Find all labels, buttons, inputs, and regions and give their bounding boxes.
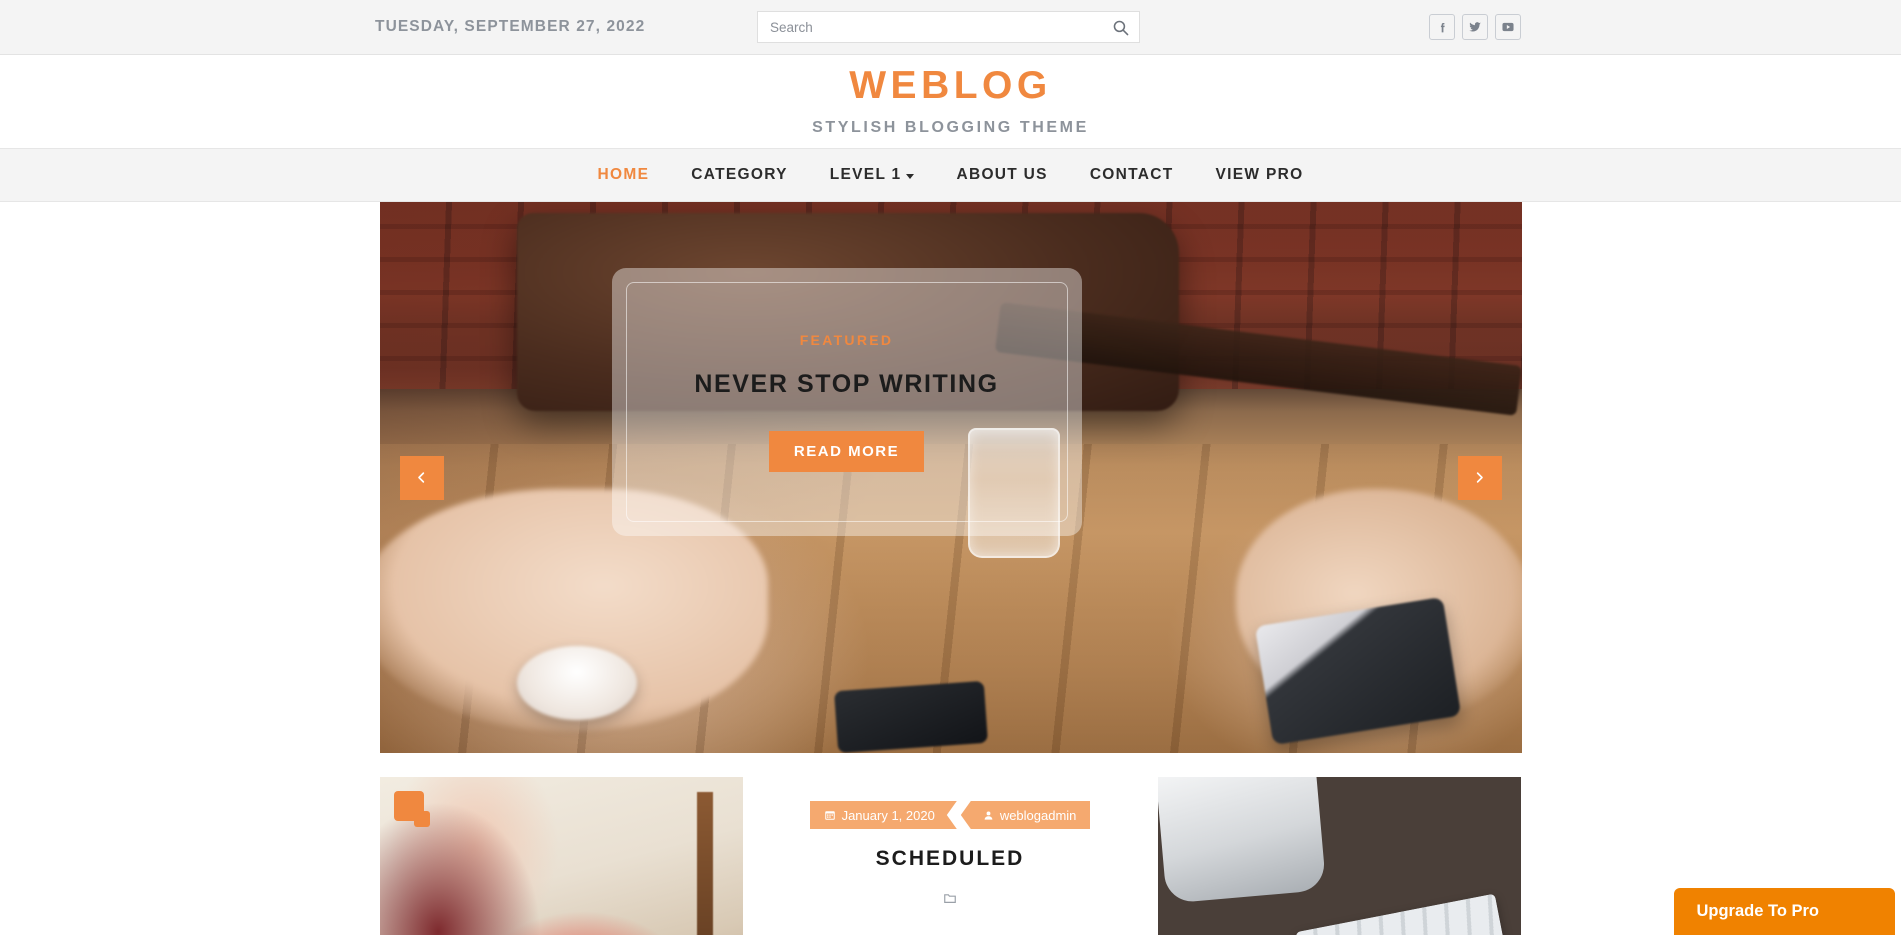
site-branding: WEBLOG STYLISH BLOGGING THEME [0, 55, 1901, 148]
search-input[interactable] [758, 19, 1101, 35]
nav-item-about-us[interactable]: ABOUT US [935, 166, 1068, 184]
nav-label: CATEGORY [691, 166, 788, 183]
current-date: TUESDAY, SEPTEMBER 27, 2022 [375, 18, 646, 35]
post-author-text: weblogadmin [999, 807, 1077, 823]
twitter-icon[interactable] [1462, 14, 1488, 40]
sticky-post-badge-icon [393, 791, 430, 827]
nav-label: LEVEL 1 [829, 166, 902, 183]
post-thumbnail-image [379, 777, 743, 935]
folder-icon [944, 894, 956, 903]
site-title[interactable]: WEBLOG [849, 66, 1051, 105]
social-links [1429, 14, 1521, 40]
post-date-text: January 1, 2020 [841, 807, 935, 823]
nav-item-contact[interactable]: CONTACT [1069, 166, 1195, 184]
user-icon [984, 811, 993, 820]
post-author-badge[interactable]: weblogadmin [960, 801, 1091, 829]
slide-caption-panel: FEATURED NEVER STOP WRITING READ MORE [611, 268, 1082, 536]
chevron-down-icon [906, 174, 915, 179]
slide-eyebrow: FEATURED [799, 332, 894, 348]
post-grid: January 1, 2020 weblogadmin SCHEDULED [379, 777, 1522, 935]
nav-item-level-1[interactable]: LEVEL 1 [809, 166, 936, 184]
nav-item-category[interactable]: CATEGORY [670, 166, 809, 184]
nav-item-home[interactable]: HOME [577, 166, 671, 184]
main-navigation: HOME CATEGORY LEVEL 1 ABOUT US CONTACT V… [0, 148, 1901, 202]
post-content: January 1, 2020 weblogadmin SCHEDULED [768, 777, 1132, 905]
post-thumbnail[interactable] [379, 777, 743, 935]
nav-label: ABOUT US [956, 166, 1048, 183]
slider-next-button[interactable] [1457, 455, 1502, 500]
search-box[interactable] [757, 11, 1140, 43]
search-submit-button[interactable] [1101, 12, 1139, 42]
top-bar: TUESDAY, SEPTEMBER 27, 2022 [0, 0, 1901, 55]
post-card[interactable] [379, 777, 743, 935]
post-card[interactable] [1157, 777, 1521, 935]
post-date-badge[interactable]: January 1, 2020 [810, 801, 957, 829]
nav-item-view-pro[interactable]: VIEW PRO [1195, 166, 1325, 184]
calendar-icon [824, 809, 836, 821]
nav-label: VIEW PRO [1215, 166, 1304, 183]
post-card[interactable]: January 1, 2020 weblogadmin SCHEDULED [768, 777, 1132, 935]
read-more-button[interactable]: READ MORE [768, 431, 925, 472]
search-icon [1113, 20, 1128, 35]
site-tagline: STYLISH BLOGGING THEME [812, 119, 1089, 136]
post-thumbnail[interactable] [1157, 777, 1521, 935]
post-thumbnail-image [1157, 777, 1521, 935]
upgrade-to-pro-button[interactable]: Upgrade To Pro [1674, 888, 1895, 935]
nav-label: CONTACT [1089, 166, 1174, 183]
nav-label: HOME [597, 166, 650, 183]
post-meta: January 1, 2020 weblogadmin [769, 801, 1132, 829]
post-categories [769, 891, 1132, 905]
youtube-icon[interactable] [1495, 14, 1521, 40]
featured-slider: FEATURED NEVER STOP WRITING READ MORE [379, 202, 1522, 753]
post-title[interactable]: SCHEDULED [769, 847, 1132, 871]
facebook-icon[interactable] [1429, 14, 1455, 40]
slide-title[interactable]: NEVER STOP WRITING [694, 370, 998, 399]
twitter-glyph [1469, 22, 1481, 32]
facebook-glyph [1440, 22, 1445, 32]
slider-prev-button[interactable] [399, 455, 444, 500]
page-container: FEATURED NEVER STOP WRITING READ MORE Ja… [379, 202, 1522, 935]
slide-coffee-cup [516, 645, 637, 720]
youtube-glyph [1502, 22, 1514, 32]
chevron-right-icon [1476, 472, 1483, 483]
slide-caption-inner: FEATURED NEVER STOP WRITING READ MORE [625, 282, 1068, 522]
chevron-left-icon [418, 472, 425, 483]
slide-phone [834, 680, 989, 753]
